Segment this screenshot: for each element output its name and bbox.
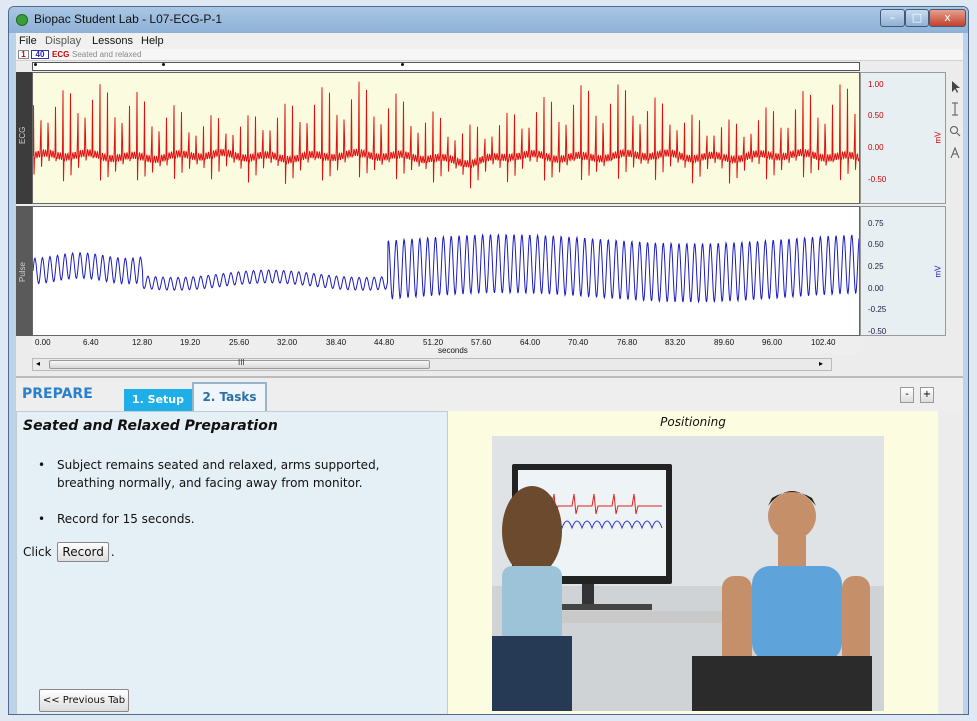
lesson-panel: PREPARE 1. Setup 2. Tasks - + Seated and… bbox=[16, 376, 963, 714]
ibeam-icon[interactable] bbox=[948, 102, 962, 118]
x-tick-label: 64.00 bbox=[520, 338, 541, 347]
previous-tab-button[interactable]: << Previous Tab bbox=[39, 689, 129, 712]
instructions-heading: Seated and Relaxed Preparation bbox=[23, 418, 278, 434]
x-axis-unit: seconds bbox=[438, 346, 468, 355]
menu-display[interactable]: Display bbox=[45, 35, 81, 47]
pointer-icon[interactable] bbox=[948, 80, 962, 96]
zoom-in-button[interactable]: + bbox=[920, 387, 934, 403]
pulse-tick-label: -0.25 bbox=[868, 305, 887, 314]
ecg-scale: 1.00 0.50 0.00 -0.50 mV bbox=[860, 72, 946, 204]
app-icon bbox=[16, 14, 28, 26]
ecg-channel-strip[interactable]: ECG bbox=[16, 72, 32, 204]
side-margin bbox=[938, 411, 963, 714]
x-tick-label: 32.00 bbox=[277, 338, 298, 347]
channel-number-button[interactable]: 1 bbox=[18, 50, 29, 59]
channel-comment: Seated and relaxed bbox=[72, 50, 142, 59]
image-panel: Positioning bbox=[448, 411, 938, 714]
plot-area: ECG 1.00 0.50 0.00 -0.50 mV Pulse 0.75 0… bbox=[16, 72, 946, 358]
tab-tasks[interactable]: 2. Tasks bbox=[192, 382, 267, 411]
pulse-plot bbox=[33, 233, 859, 304]
click-instruction: Click Record. bbox=[23, 542, 115, 562]
sample-rate-button[interactable]: 40 bbox=[31, 50, 49, 59]
x-tick-label: 0.00 bbox=[35, 338, 51, 347]
menu-file[interactable]: File bbox=[19, 35, 37, 47]
ecg-plot bbox=[33, 81, 859, 189]
positioning-photo bbox=[492, 436, 884, 711]
ecg-unit-label: mV bbox=[933, 131, 943, 144]
click-prefix: Click bbox=[23, 545, 52, 559]
menu-lessons[interactable]: Lessons bbox=[92, 35, 133, 47]
pulse-unit-label: mV bbox=[933, 265, 943, 278]
event-marker[interactable] bbox=[401, 63, 404, 66]
instructions-panel: Seated and Relaxed Preparation Subject r… bbox=[16, 411, 448, 714]
maximize-button[interactable]: □ bbox=[905, 9, 929, 27]
event-marker-bar[interactable] bbox=[32, 62, 860, 71]
x-tick-label: 102.40 bbox=[811, 338, 836, 347]
channel-label: ECG bbox=[52, 50, 70, 59]
annotate-icon[interactable] bbox=[948, 146, 962, 162]
pulse-channel-label: Pulse bbox=[18, 261, 27, 282]
list-item: Record for 15 seconds. bbox=[31, 510, 441, 528]
event-marker[interactable] bbox=[162, 63, 165, 66]
pulse-tick-label: -0.50 bbox=[868, 327, 887, 336]
click-suffix: . bbox=[110, 545, 115, 559]
ecg-tick-label: -0.50 bbox=[868, 175, 887, 184]
list-item: Subject remains seated and relaxed, arms… bbox=[31, 456, 441, 492]
pulse-tick-label: 0.75 bbox=[868, 219, 884, 228]
tab-setup[interactable]: 1. Setup bbox=[124, 389, 192, 411]
record-button[interactable]: Record bbox=[57, 542, 109, 562]
client-area: File Display Lessons Help 1 40 ECG Seate… bbox=[16, 33, 963, 714]
instructions-list: Subject remains seated and relaxed, arms… bbox=[31, 456, 441, 546]
zoom-icon[interactable] bbox=[948, 124, 962, 140]
menu-help[interactable]: Help bbox=[141, 35, 164, 47]
x-tick-label: 38.40 bbox=[326, 338, 347, 347]
x-axis: 0.00 6.40 12.80 19.20 25.60 32.00 38.40 … bbox=[32, 336, 860, 355]
zoom-out-button[interactable]: - bbox=[900, 387, 914, 403]
scroll-right-arrow-icon[interactable]: ▸ bbox=[819, 359, 823, 368]
x-tick-label: 83.20 bbox=[665, 338, 686, 347]
ecg-graph[interactable] bbox=[32, 72, 860, 204]
minimize-button[interactable]: – bbox=[880, 9, 905, 27]
scrollbar-thumb[interactable]: III bbox=[49, 358, 430, 369]
pulse-graph[interactable] bbox=[32, 206, 860, 336]
ecg-tick-label: 1.00 bbox=[868, 80, 884, 89]
tool-palette bbox=[946, 72, 963, 372]
scroll-left-arrow-icon[interactable]: ◂ bbox=[36, 359, 40, 368]
x-tick-label: 12.80 bbox=[132, 338, 153, 347]
x-tick-label: 25.60 bbox=[229, 338, 250, 347]
ecg-tick-label: 0.00 bbox=[868, 143, 884, 152]
close-button[interactable]: x bbox=[929, 9, 966, 27]
pulse-tick-label: 0.00 bbox=[868, 284, 884, 293]
ecg-tick-label: 0.50 bbox=[868, 111, 884, 120]
pulse-channel-strip[interactable]: Pulse bbox=[16, 206, 32, 336]
horizontal-scrollbar[interactable]: ◂ III ▸ bbox=[32, 358, 832, 371]
x-tick-label: 6.40 bbox=[83, 338, 99, 347]
x-tick-label: 76.80 bbox=[617, 338, 638, 347]
x-tick-label: 19.20 bbox=[180, 338, 201, 347]
image-caption: Positioning bbox=[660, 415, 726, 429]
channel-bar: 1 40 ECG Seated and relaxed bbox=[16, 49, 963, 61]
menu-bar: File Display Lessons Help bbox=[16, 33, 963, 49]
event-marker[interactable] bbox=[34, 63, 37, 66]
scrollbar-grip: III bbox=[238, 358, 245, 367]
window-title: Biopac Student Lab - L07-ECG-P-1 bbox=[34, 12, 223, 26]
x-tick-label: 57.60 bbox=[471, 338, 492, 347]
x-tick-label: 96.00 bbox=[762, 338, 783, 347]
x-tick-label: 89.60 bbox=[714, 338, 735, 347]
x-tick-label: 70.40 bbox=[568, 338, 589, 347]
ecg-channel-label: ECG bbox=[18, 126, 27, 144]
pulse-waveform bbox=[33, 233, 859, 304]
pulse-scale: 0.75 0.50 0.25 0.00 -0.25 -0.50 mV bbox=[860, 206, 946, 336]
pulse-tick-label: 0.25 bbox=[868, 262, 884, 271]
pulse-tick-label: 0.50 bbox=[868, 240, 884, 249]
x-tick-label: 44.80 bbox=[374, 338, 395, 347]
title-bar[interactable]: Biopac Student Lab - L07-ECG-P-1 – □ x bbox=[9, 7, 968, 33]
app-window: Biopac Student Lab - L07-ECG-P-1 – □ x F… bbox=[8, 6, 969, 715]
section-title: PREPARE bbox=[22, 386, 93, 402]
ecg-waveform bbox=[33, 81, 859, 189]
